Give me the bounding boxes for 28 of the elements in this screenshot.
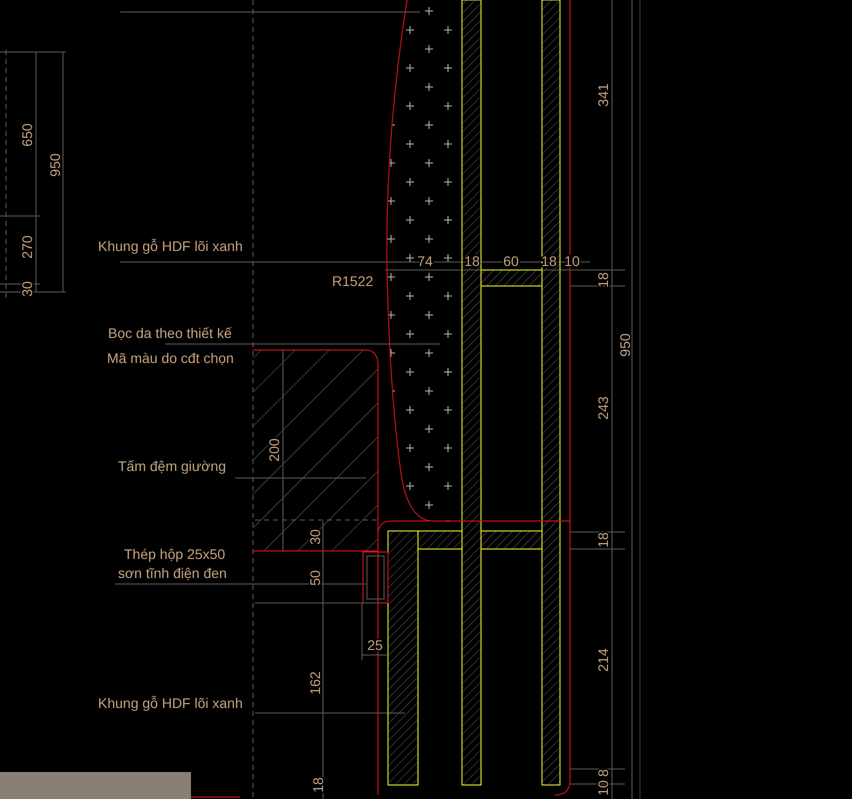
radius-label: R1522	[332, 273, 374, 289]
callout-label: Khung gỗ HDF lõi xanh	[98, 695, 243, 711]
dimension-label: 18	[464, 253, 480, 269]
dimension-label: 950	[47, 153, 63, 177]
dimension-label: 162	[307, 671, 323, 695]
callout-label: sơn tĩnh điện đen	[118, 565, 227, 581]
dimension-label: 270	[19, 235, 35, 259]
callout-label: Bọc da theo thiết kế	[108, 325, 232, 341]
dimension-label: 214	[595, 648, 611, 672]
dimension-label: 30	[307, 529, 323, 545]
callout-label: Mã màu do cđt chọn	[107, 350, 234, 366]
dimension-label: 50	[307, 570, 323, 586]
dimension-label: 74	[417, 253, 433, 269]
dimension-label: 30	[19, 281, 35, 297]
callout-label: Khung gỗ HDF lõi xanh	[98, 238, 243, 254]
dimension-label: 18	[595, 532, 611, 548]
callout-label: Tấm đệm giường	[118, 458, 226, 474]
dimension-label: 200	[266, 438, 282, 462]
dimension-label: 950	[617, 333, 633, 357]
dimension-label: 650	[19, 123, 35, 147]
dimension-label: 18	[595, 272, 611, 288]
dimension-label: 243	[595, 396, 611, 420]
callout-label: Thép hộp 25x50	[124, 546, 226, 562]
dimension-label: 60	[503, 253, 519, 269]
dimension-label: 10	[595, 780, 611, 796]
dimension-label: 341	[595, 83, 611, 107]
dimension-label: 8	[595, 769, 611, 777]
dimension-label: 18	[310, 777, 326, 793]
